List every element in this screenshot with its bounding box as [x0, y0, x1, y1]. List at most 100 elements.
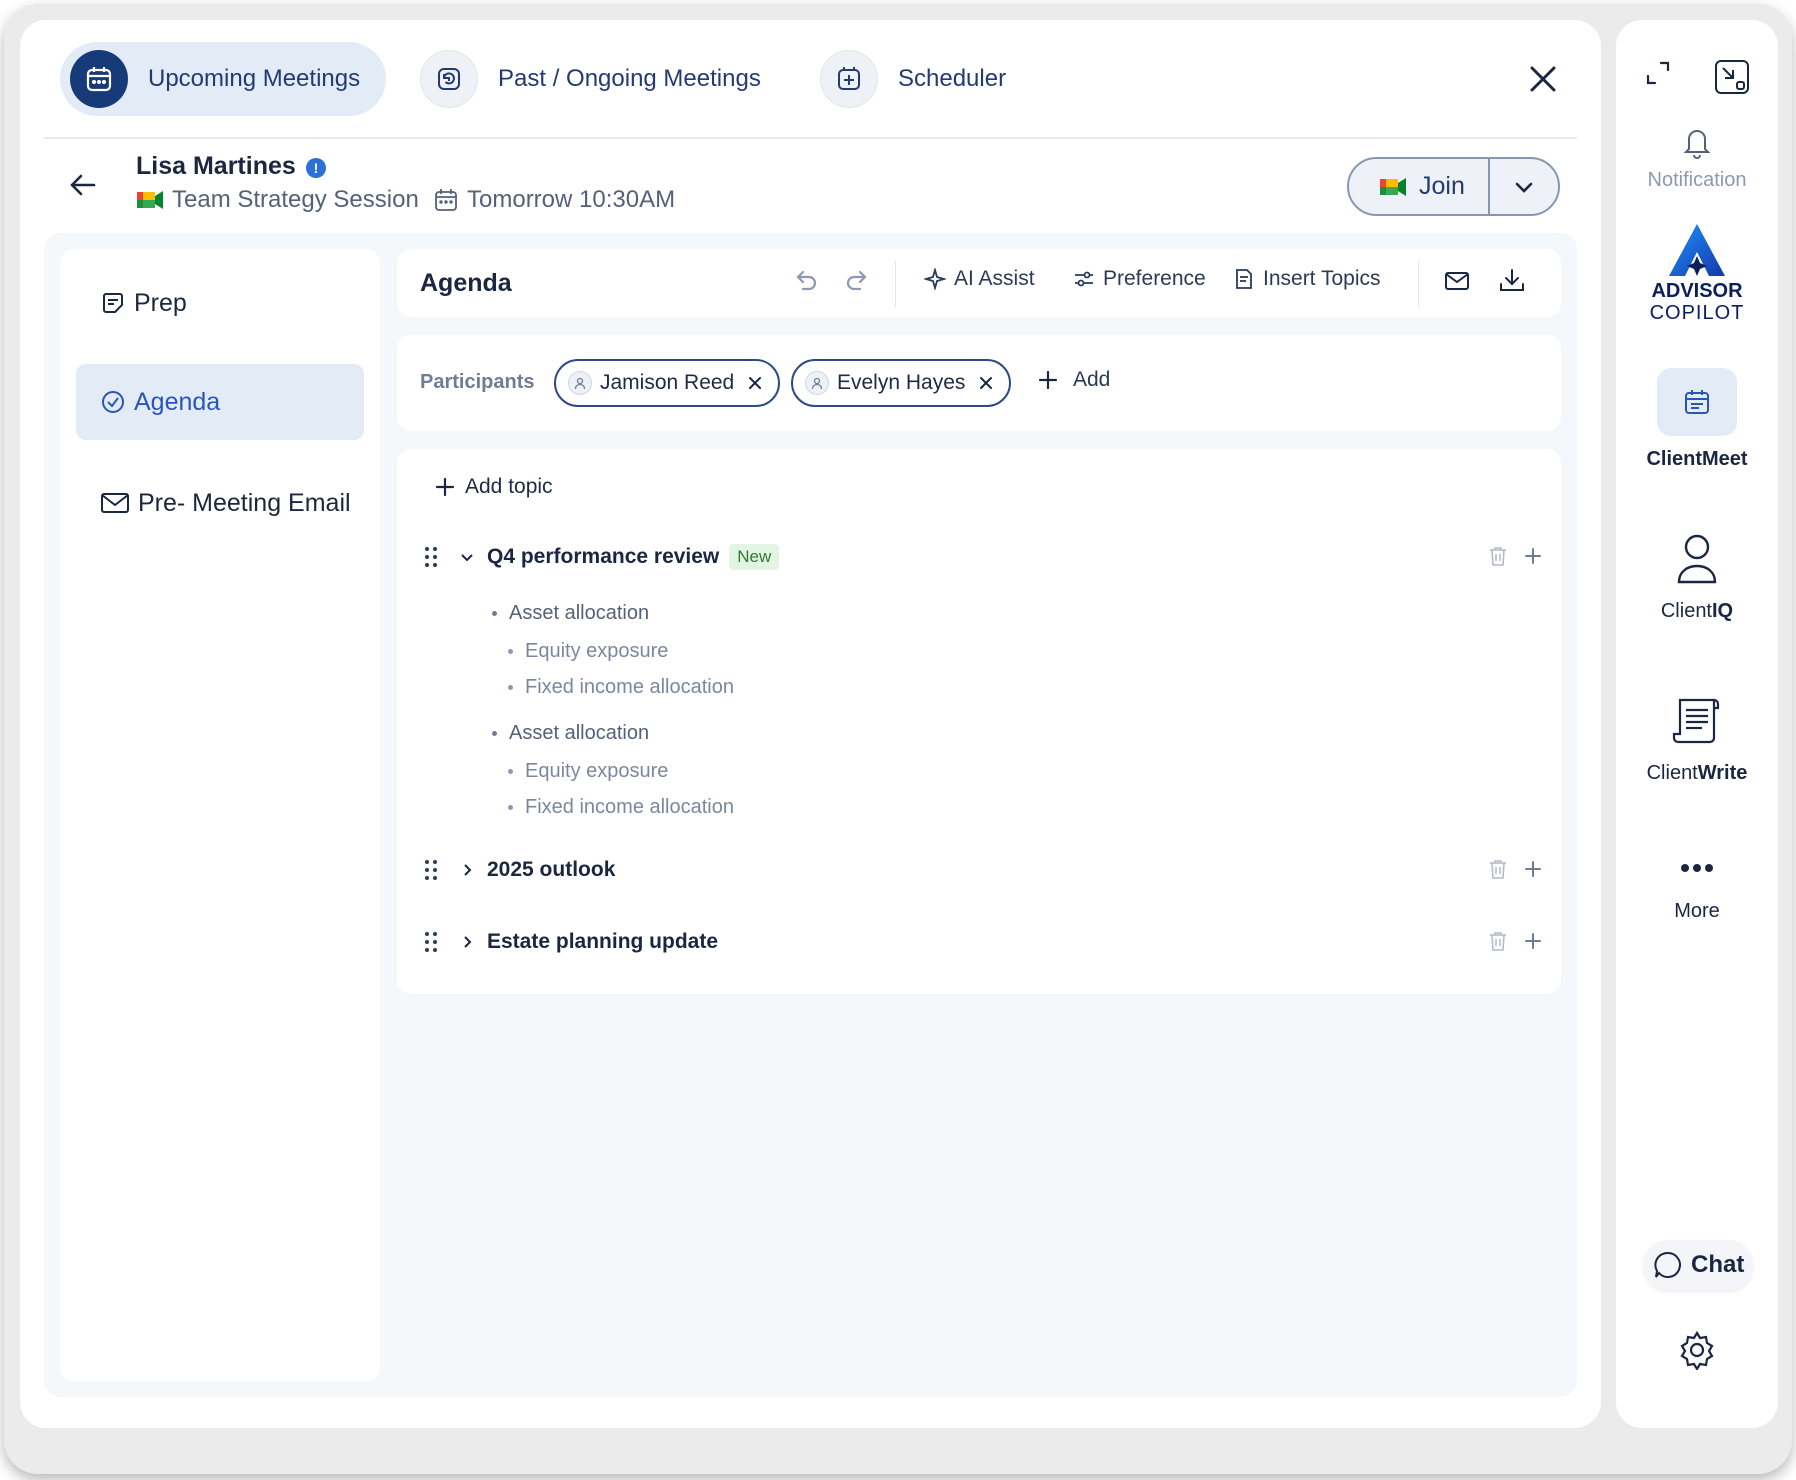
document-edit-icon — [1236, 269, 1252, 289]
agenda-topic[interactable]: 2025 outlook — [423, 854, 1543, 886]
rail-item-clientwrite[interactable]: ClientWrite — [1616, 694, 1778, 785]
page-title: Agenda — [420, 269, 512, 297]
participants-label: Participants — [420, 371, 535, 393]
trash-icon[interactable] — [1487, 545, 1509, 567]
tab-scheduler[interactable]: Scheduler — [820, 42, 1006, 116]
note-icon — [103, 293, 123, 313]
nav-item-label: Agenda — [134, 387, 221, 416]
settings-button[interactable] — [1616, 1330, 1778, 1370]
add-topic-label: Add topic — [465, 475, 553, 498]
info-icon[interactable]: ! — [306, 158, 326, 178]
meeting-type: Team Strategy Session — [136, 186, 419, 214]
tab-label: Upcoming Meetings — [148, 65, 361, 92]
back-arrow-icon[interactable] — [66, 168, 100, 202]
new-badge: New — [729, 544, 780, 570]
insert-topics-button[interactable]: Insert Topics — [1233, 267, 1381, 291]
plus-icon[interactable] — [1523, 931, 1543, 951]
nav-item-agenda[interactable]: Agenda — [76, 364, 364, 440]
nav-item-pre-meeting-email[interactable]: Pre- Meeting Email — [76, 465, 364, 541]
download-icon — [1500, 269, 1524, 291]
participant-chip[interactable]: Evelyn Hayes — [791, 359, 1012, 407]
minimize-window-icon[interactable] — [1713, 58, 1751, 96]
chevron-down-icon — [1515, 182, 1533, 193]
expand-icon[interactable] — [1643, 58, 1673, 88]
plus-icon — [1038, 370, 1058, 390]
join-label: Join — [1419, 172, 1465, 200]
close-icon[interactable] — [1525, 61, 1561, 97]
calendar-icon — [433, 187, 459, 213]
divider — [895, 261, 896, 307]
sliders-icon — [1075, 271, 1093, 287]
drag-handle-icon[interactable] — [423, 545, 439, 569]
plus-icon[interactable] — [1523, 859, 1543, 879]
join-button[interactable]: Join — [1349, 159, 1490, 214]
trash-icon[interactable] — [1487, 930, 1509, 952]
person-icon — [805, 371, 829, 395]
gear-icon — [1616, 1330, 1778, 1370]
agenda-list: Add topic Q4 performance review New Asse… — [397, 449, 1561, 994]
plus-icon[interactable] — [1523, 546, 1543, 566]
redo-button[interactable] — [844, 267, 880, 295]
chevron-right-icon[interactable] — [459, 862, 475, 878]
add-topic-button[interactable]: Add topic — [435, 475, 553, 499]
agenda-toolbar: Agenda AI Assist Preference Insert Topic… — [397, 249, 1561, 317]
google-meet-icon — [136, 189, 164, 211]
participant-name: Jamison Reed — [600, 371, 735, 394]
join-button-group: Join — [1347, 157, 1560, 216]
participants-bar: Participants Jamison Reed Evelyn Hayes A… — [397, 335, 1561, 431]
add-calendar-icon — [820, 50, 878, 108]
tab-upcoming-meetings[interactable]: Upcoming Meetings — [60, 42, 387, 116]
redo-icon — [846, 270, 867, 291]
list-item: Fixed income allocation — [508, 676, 734, 699]
sparkle-icon — [924, 268, 946, 290]
advisor-copilot-logo-icon — [1616, 222, 1778, 278]
plus-icon — [435, 477, 455, 497]
rail-item-more[interactable]: More — [1616, 862, 1778, 923]
chat-label: Chat — [1691, 1251, 1745, 1278]
download-button[interactable] — [1498, 267, 1534, 295]
participant-chip[interactable]: Jamison Reed — [554, 359, 781, 407]
ai-assist-button[interactable]: AI Assist — [924, 267, 1035, 291]
drag-handle-icon[interactable] — [423, 930, 439, 954]
rail-item-clientiq[interactable]: ClientIQ — [1616, 532, 1778, 623]
calendar-icon — [70, 50, 128, 108]
undo-icon — [796, 270, 817, 291]
bell-icon — [1616, 125, 1778, 159]
list-item: Equity exposure — [508, 760, 668, 783]
add-participant-button[interactable]: Add — [1037, 368, 1110, 392]
meeting-time: Tomorrow 10:30AM — [433, 186, 675, 214]
remove-icon[interactable] — [979, 376, 993, 390]
nav-item-label: Pre- Meeting Email — [138, 488, 351, 517]
rail-item-notification[interactable]: Notification — [1616, 125, 1778, 192]
chevron-down-icon[interactable] — [459, 549, 475, 565]
nav-item-prep[interactable]: Prep — [76, 265, 364, 341]
rail-item-clientmeet[interactable]: ClientMeet — [1616, 368, 1778, 471]
brand-line-2: COPILOT — [1649, 302, 1745, 324]
remove-icon[interactable] — [748, 376, 762, 390]
rail-label: ClientIQ — [1660, 600, 1734, 622]
nav-item-label: Prep — [134, 288, 187, 317]
agenda-topic[interactable]: Q4 performance review New — [423, 541, 1543, 573]
mail-icon — [1445, 272, 1469, 290]
trash-icon[interactable] — [1487, 858, 1509, 880]
topic-title: 2025 outlook — [487, 858, 616, 881]
more-dots-icon — [1616, 862, 1778, 874]
document-scroll-icon — [1616, 694, 1778, 746]
participant-name: Evelyn Hayes — [837, 371, 966, 394]
chevron-right-icon[interactable] — [459, 934, 475, 950]
preference-button[interactable]: Preference — [1073, 267, 1206, 291]
agenda-topic[interactable]: Estate planning update — [423, 926, 1543, 958]
tab-past-ongoing-meetings[interactable]: Past / Ongoing Meetings — [420, 42, 761, 116]
meeting-type-label: Team Strategy Session — [172, 186, 419, 213]
preference-label: Preference — [1103, 267, 1206, 290]
brand-line-1: ADVISOR — [1651, 280, 1743, 302]
join-dropdown-button[interactable] — [1490, 176, 1558, 198]
window-controls — [1616, 58, 1778, 96]
drag-handle-icon[interactable] — [423, 858, 439, 882]
chat-button[interactable]: Chat — [1643, 1240, 1753, 1290]
undo-button[interactable] — [791, 267, 827, 295]
google-meet-icon — [1379, 176, 1407, 198]
rail-label: More — [1674, 900, 1720, 922]
email-button[interactable] — [1443, 267, 1479, 295]
tab-label: Scheduler — [898, 65, 1007, 92]
